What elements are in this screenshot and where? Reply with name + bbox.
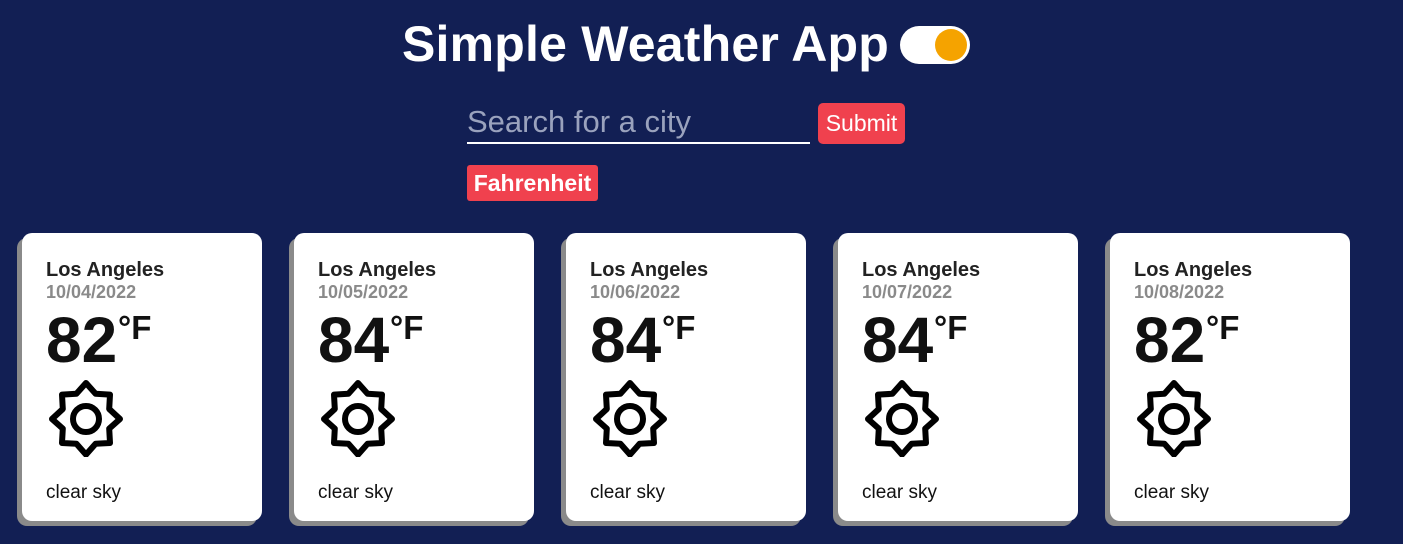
card-date: 10/04/2022 <box>46 282 137 302</box>
card-description: clear sky <box>46 482 121 503</box>
card-date: 10/06/2022 <box>590 282 681 302</box>
forecast-card: Los Angeles 10/08/2022 82 °F clear sky <box>1110 233 1350 521</box>
card-city: Los Angeles <box>862 259 981 281</box>
card-date: 10/08/2022 <box>1134 282 1225 302</box>
card-temperature: 84 <box>318 304 390 376</box>
card-date: 10/05/2022 <box>318 282 409 302</box>
card-city: Los Angeles <box>1134 259 1253 281</box>
forecast-card: Los Angeles 10/06/2022 84 °F clear sky <box>566 233 806 521</box>
card-description: clear sky <box>318 482 393 503</box>
card-description: clear sky <box>862 482 937 503</box>
card-date: 10/07/2022 <box>862 282 953 302</box>
theme-toggle[interactable] <box>900 26 970 64</box>
sun-icon <box>593 380 667 457</box>
unit-toggle-button[interactable]: Fahrenheit <box>467 165 598 201</box>
forecast-card: Los Angeles 10/07/2022 84 °F clear sky <box>838 233 1078 521</box>
card-temperature: 82 <box>46 304 118 376</box>
card-description: clear sky <box>590 482 665 503</box>
card-city: Los Angeles <box>318 259 437 281</box>
card-temperature: 84 <box>862 304 934 376</box>
card-temperature-unit: °F <box>662 309 696 346</box>
card-temperature: 84 <box>590 304 662 376</box>
card-temperature-unit: °F <box>1206 309 1240 346</box>
sun-icon <box>49 380 123 457</box>
card-temperature: 82 <box>1134 304 1206 376</box>
submit-button[interactable]: Submit <box>818 103 905 144</box>
sun-icon <box>1137 380 1211 457</box>
card-temperature-unit: °F <box>390 309 424 346</box>
card-description: clear sky <box>1134 482 1209 503</box>
sun-icon <box>321 380 395 457</box>
app-title: Simple Weather App <box>402 16 890 72</box>
forecast-card: Los Angeles 10/04/2022 82 °F clear sky <box>22 233 262 521</box>
card-temperature-unit: °F <box>118 309 152 346</box>
forecast-card: Los Angeles 10/05/2022 84 °F clear sky <box>294 233 534 521</box>
city-search-input[interactable] <box>467 102 810 144</box>
card-city: Los Angeles <box>590 259 709 281</box>
sun-icon <box>865 380 939 457</box>
toggle-knob <box>935 29 967 61</box>
card-city: Los Angeles <box>46 259 165 281</box>
card-temperature-unit: °F <box>934 309 968 346</box>
